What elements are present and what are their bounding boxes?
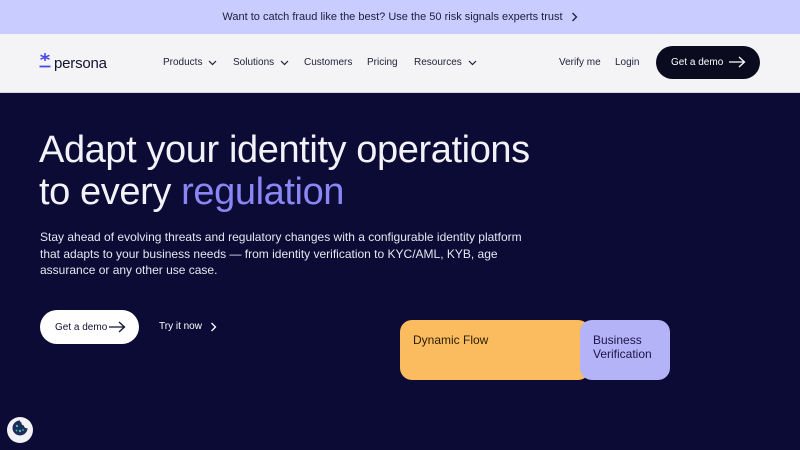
try-it-now-link[interactable]: Try it now	[159, 321, 217, 332]
get-a-demo-button[interactable]: Get a demo	[656, 46, 760, 79]
top-navigation: persona Products Solutions Customers Pri…	[0, 34, 800, 93]
logo[interactable]: persona	[39, 53, 107, 74]
login-link[interactable]: Login	[615, 57, 639, 68]
get-a-demo-label: Get a demo	[671, 57, 724, 68]
nav-pricing[interactable]: Pricing	[367, 57, 398, 68]
nav-solutions[interactable]: Solutions	[233, 57, 289, 68]
nav-resources-label: Resources	[414, 57, 462, 68]
dynamic-flow-card[interactable]: Dynamic Flow	[400, 320, 590, 380]
chevron-down-icon	[468, 60, 477, 66]
nav-customers[interactable]: Customers	[304, 57, 352, 68]
hero-title-accent: regulation	[181, 171, 345, 213]
promo-banner-text[interactable]: Want to catch fraud like the best? Use t…	[222, 11, 562, 23]
chevron-down-icon	[208, 60, 217, 66]
hero-lead-text: Stay ahead of evolving threats and regul…	[40, 230, 522, 277]
nav-products-label: Products	[163, 57, 203, 68]
nav-resources[interactable]: Resources	[414, 57, 477, 68]
logo-wordmark: persona	[54, 55, 107, 72]
nav-solutions-label: Solutions	[233, 57, 275, 68]
nav-customers-label: Customers	[304, 57, 353, 68]
promo-banner[interactable]: Want to catch fraud like the best? Use t…	[0, 0, 800, 34]
hero-get-a-demo-button[interactable]: Get a demo	[40, 310, 139, 344]
chevron-down-icon	[280, 60, 289, 66]
hero-title-line2: to every regulation	[39, 171, 530, 213]
nav-products[interactable]: Products	[163, 57, 217, 68]
try-it-now-label: Try it now	[159, 321, 202, 332]
hero-title-line1: Adapt your identity operations	[39, 129, 530, 171]
hero-title: Adapt your identity operations to every …	[39, 129, 530, 213]
hero-title-line2-prefix: to every	[39, 171, 182, 213]
dynamic-flow-label: Dynamic Flow	[413, 333, 489, 347]
hero-section: Adapt your identity operations to every …	[0, 93, 800, 450]
chevron-right-icon	[210, 322, 217, 332]
verify-me-label: Verify me	[559, 57, 601, 68]
business-verification-card[interactable]: Business Verification	[580, 320, 670, 380]
chevron-right-icon	[571, 12, 578, 22]
asterisk-logo-icon	[39, 53, 51, 74]
cookie-icon	[11, 419, 29, 442]
arrow-right-icon	[729, 56, 746, 71]
nav-pricing-label: Pricing	[367, 57, 398, 68]
login-label: Login	[615, 57, 640, 68]
cookie-settings-button[interactable]	[7, 417, 33, 443]
verify-me-link[interactable]: Verify me	[559, 57, 601, 68]
hero-get-a-demo-label: Get a demo	[55, 321, 108, 333]
business-verification-label: Business Verification	[593, 333, 652, 361]
arrow-right-icon	[109, 321, 126, 336]
